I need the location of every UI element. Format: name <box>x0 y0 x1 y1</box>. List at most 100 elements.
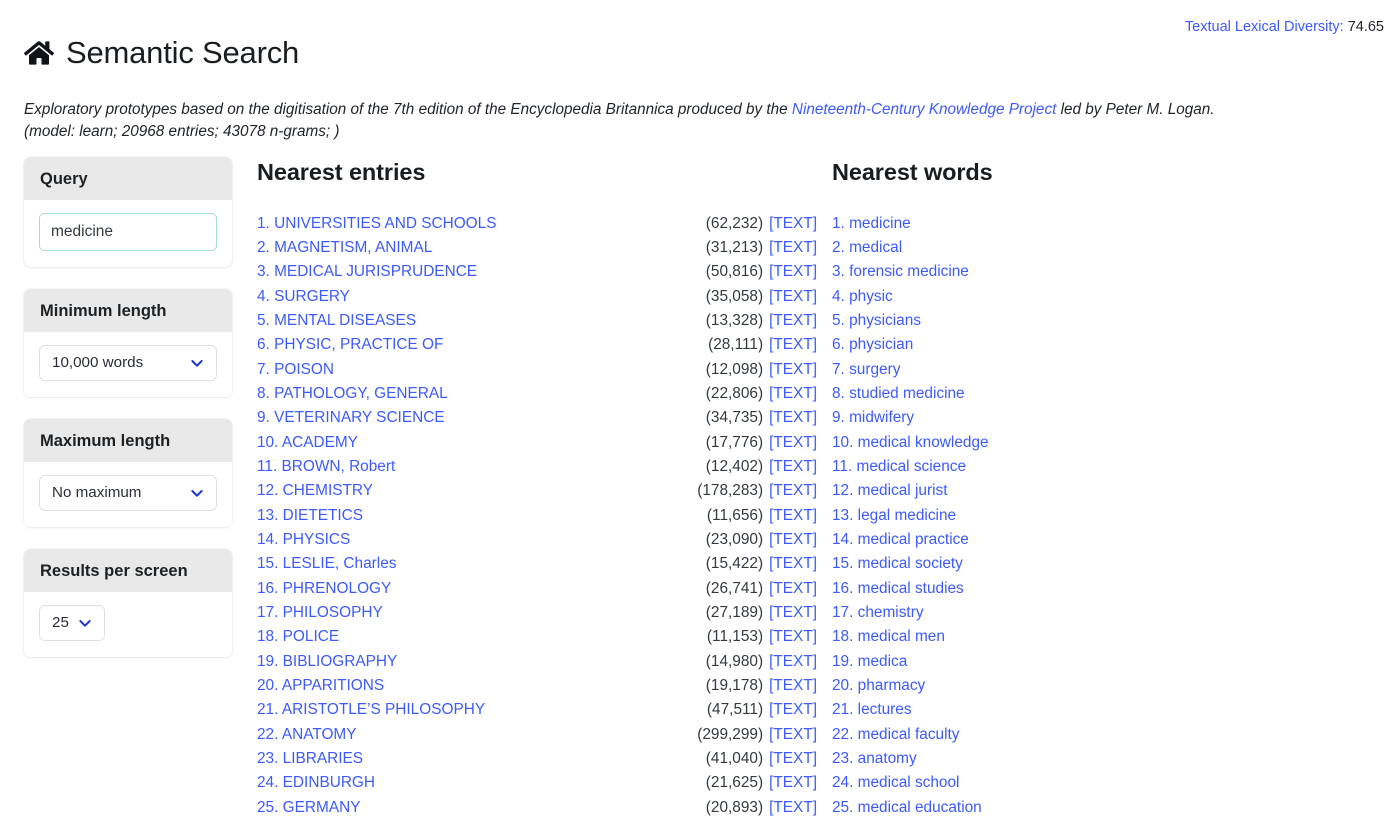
entry-text-link[interactable]: [TEXT] <box>769 309 817 333</box>
word-link[interactable]: 11. medical science <box>832 458 966 475</box>
nineteenth-century-knowledge-project-link[interactable]: Nineteenth-Century Knowledge Project <box>792 101 1056 118</box>
entry-name-link[interactable]: 3. MEDICAL JURISPRUDENCE <box>257 260 706 284</box>
word-link[interactable]: 10. medical knowledge <box>832 434 989 451</box>
entry-text-link[interactable]: [TEXT] <box>769 455 817 479</box>
entry-name-link[interactable]: 4. SURGERY <box>257 285 706 309</box>
entry-text-link[interactable]: [TEXT] <box>769 382 817 406</box>
entry-name-link[interactable]: 17. PHILOSOPHY <box>257 601 706 625</box>
entry-name-link[interactable]: 25. GERMANY <box>257 796 706 820</box>
word-link[interactable]: 18. medical men <box>832 628 945 645</box>
entry-name-link[interactable]: 8. PATHOLOGY, GENERAL <box>257 382 706 406</box>
entry-text-link[interactable]: [TEXT] <box>769 406 817 430</box>
word-link[interactable]: 17. chemistry <box>832 604 924 621</box>
word-link[interactable]: 15. medical society <box>832 555 963 572</box>
entry-name-link[interactable]: 10. ACADEMY <box>257 431 706 455</box>
word-link[interactable]: 8. studied medicine <box>832 385 965 402</box>
entry-text-link[interactable]: [TEXT] <box>769 333 817 357</box>
entry-word-count: (26,741) <box>705 579 764 597</box>
word-link[interactable]: 9. midwifery <box>832 409 914 426</box>
entry-text-link[interactable]: [TEXT] <box>769 747 817 771</box>
word-row: 25. medical education <box>832 796 1232 820</box>
word-link[interactable]: 24. medical school <box>832 774 959 791</box>
word-row: 12. medical jurist <box>832 479 1232 503</box>
word-row: 14. medical practice <box>832 528 1232 552</box>
entry-text-link[interactable]: [TEXT] <box>769 431 817 455</box>
word-link[interactable]: 13. legal medicine <box>832 507 956 524</box>
entry-text-link[interactable]: [TEXT] <box>769 212 817 236</box>
search-input[interactable] <box>39 212 217 251</box>
word-link[interactable]: 19. medica <box>832 653 907 670</box>
maximum-length-select[interactable]: No maximum <box>39 474 217 511</box>
entry-text-link[interactable]: [TEXT] <box>769 698 817 722</box>
entry-name-link[interactable]: 16. PHRENOLOGY <box>257 577 706 601</box>
entry-name-link[interactable]: 7. POISON <box>257 358 706 382</box>
entry-text-link[interactable]: [TEXT] <box>769 504 817 528</box>
entry-word-count: (35,058) <box>705 287 764 305</box>
query-card-label: Query <box>24 156 232 200</box>
entry-name-link[interactable]: 13. DIETETICS <box>257 504 707 528</box>
word-link[interactable]: 1. medicine <box>832 215 911 232</box>
entry-name-link[interactable]: 5. MENTAL DISEASES <box>257 309 706 333</box>
word-row: 7. surgery <box>832 358 1232 382</box>
entry-text-link[interactable]: [TEXT] <box>769 674 817 698</box>
entry-name-link[interactable]: 11. BROWN, Robert <box>257 455 706 479</box>
word-link[interactable]: 25. medical education <box>832 799 982 816</box>
word-row: 1. medicine <box>832 212 1232 236</box>
entry-row: 16. PHRENOLOGY (26,741) [TEXT] <box>257 577 817 601</box>
word-link[interactable]: 22. medical faculty <box>832 726 959 743</box>
nearest-entries-column: Nearest entries 1. UNIVERSITIES AND SCHO… <box>257 157 817 820</box>
entry-text-link[interactable]: [TEXT] <box>769 577 817 601</box>
entry-name-link[interactable]: 19. BIBLIOGRAPHY <box>257 650 706 674</box>
entry-name-link[interactable]: 22. ANATOMY <box>257 723 697 747</box>
word-link[interactable]: 14. medical practice <box>832 531 969 548</box>
entry-row: 4. SURGERY (35,058) [TEXT] <box>257 285 817 309</box>
entry-text-link[interactable]: [TEXT] <box>769 528 817 552</box>
entry-text-link[interactable]: [TEXT] <box>769 771 817 795</box>
minimum-length-label: Minimum length <box>24 288 232 332</box>
entry-name-link[interactable]: 24. EDINBURGH <box>257 771 706 795</box>
word-row: 17. chemistry <box>832 601 1232 625</box>
entry-text-link[interactable]: [TEXT] <box>769 479 817 503</box>
minimum-length-select[interactable]: 10,000 words <box>39 344 217 381</box>
chevron-down-icon <box>189 355 205 371</box>
entry-name-link[interactable]: 21. ARISTOTLE’S PHILOSOPHY <box>257 698 707 722</box>
entry-name-link[interactable]: 18. POLICE <box>257 625 707 649</box>
entry-name-link[interactable]: 9. VETERINARY SCIENCE <box>257 406 706 430</box>
entry-name-link[interactable]: 23. LIBRARIES <box>257 747 706 771</box>
word-link[interactable]: 6. physician <box>832 336 913 353</box>
word-link[interactable]: 3. forensic medicine <box>832 263 969 280</box>
word-link[interactable]: 2. medical <box>832 239 902 256</box>
entry-text-link[interactable]: [TEXT] <box>769 601 817 625</box>
entry-row: 14. PHYSICS (23,090) [TEXT] <box>257 528 817 552</box>
page-title: Semantic Search <box>66 34 300 70</box>
word-link[interactable]: 12. medical jurist <box>832 482 947 499</box>
entry-word-count: (14,980) <box>705 652 764 670</box>
home-icon[interactable] <box>24 38 54 68</box>
entry-name-link[interactable]: 1. UNIVERSITIES AND SCHOOLS <box>257 212 706 236</box>
entry-text-link[interactable]: [TEXT] <box>769 650 817 674</box>
word-link[interactable]: 5. physicians <box>832 312 921 329</box>
word-link[interactable]: 7. surgery <box>832 361 900 378</box>
entry-name-link[interactable]: 2. MAGNETISM, ANIMAL <box>257 236 706 260</box>
entry-text-link[interactable]: [TEXT] <box>769 260 817 284</box>
word-link[interactable]: 4. physic <box>832 288 893 305</box>
entry-text-link[interactable]: [TEXT] <box>769 285 817 309</box>
entry-text-link[interactable]: [TEXT] <box>769 625 817 649</box>
entry-text-link[interactable]: [TEXT] <box>769 358 817 382</box>
entry-text-link[interactable]: [TEXT] <box>769 796 817 820</box>
word-link[interactable]: 16. medical studies <box>832 580 964 597</box>
results-per-screen-select[interactable]: 25 <box>39 604 105 641</box>
word-link[interactable]: 20. pharmacy <box>832 677 925 694</box>
entry-text-link[interactable]: [TEXT] <box>769 723 817 747</box>
entry-name-link[interactable]: 6. PHYSIC, PRACTICE OF <box>257 333 708 357</box>
word-link[interactable]: 23. anatomy <box>832 750 917 767</box>
entry-name-link[interactable]: 20. APPARITIONS <box>257 674 706 698</box>
entry-name-link[interactable]: 12. CHEMISTRY <box>257 479 697 503</box>
word-link[interactable]: 21. lectures <box>832 701 912 718</box>
entry-row: 18. POLICE (11,153) [TEXT] <box>257 625 817 649</box>
entry-name-link[interactable]: 15. LESLIE, Charles <box>257 552 706 576</box>
entry-text-link[interactable]: [TEXT] <box>769 552 817 576</box>
tld-label[interactable]: Textual Lexical Diversity: <box>1185 19 1344 35</box>
entry-name-link[interactable]: 14. PHYSICS <box>257 528 706 552</box>
entry-text-link[interactable]: [TEXT] <box>769 236 817 260</box>
